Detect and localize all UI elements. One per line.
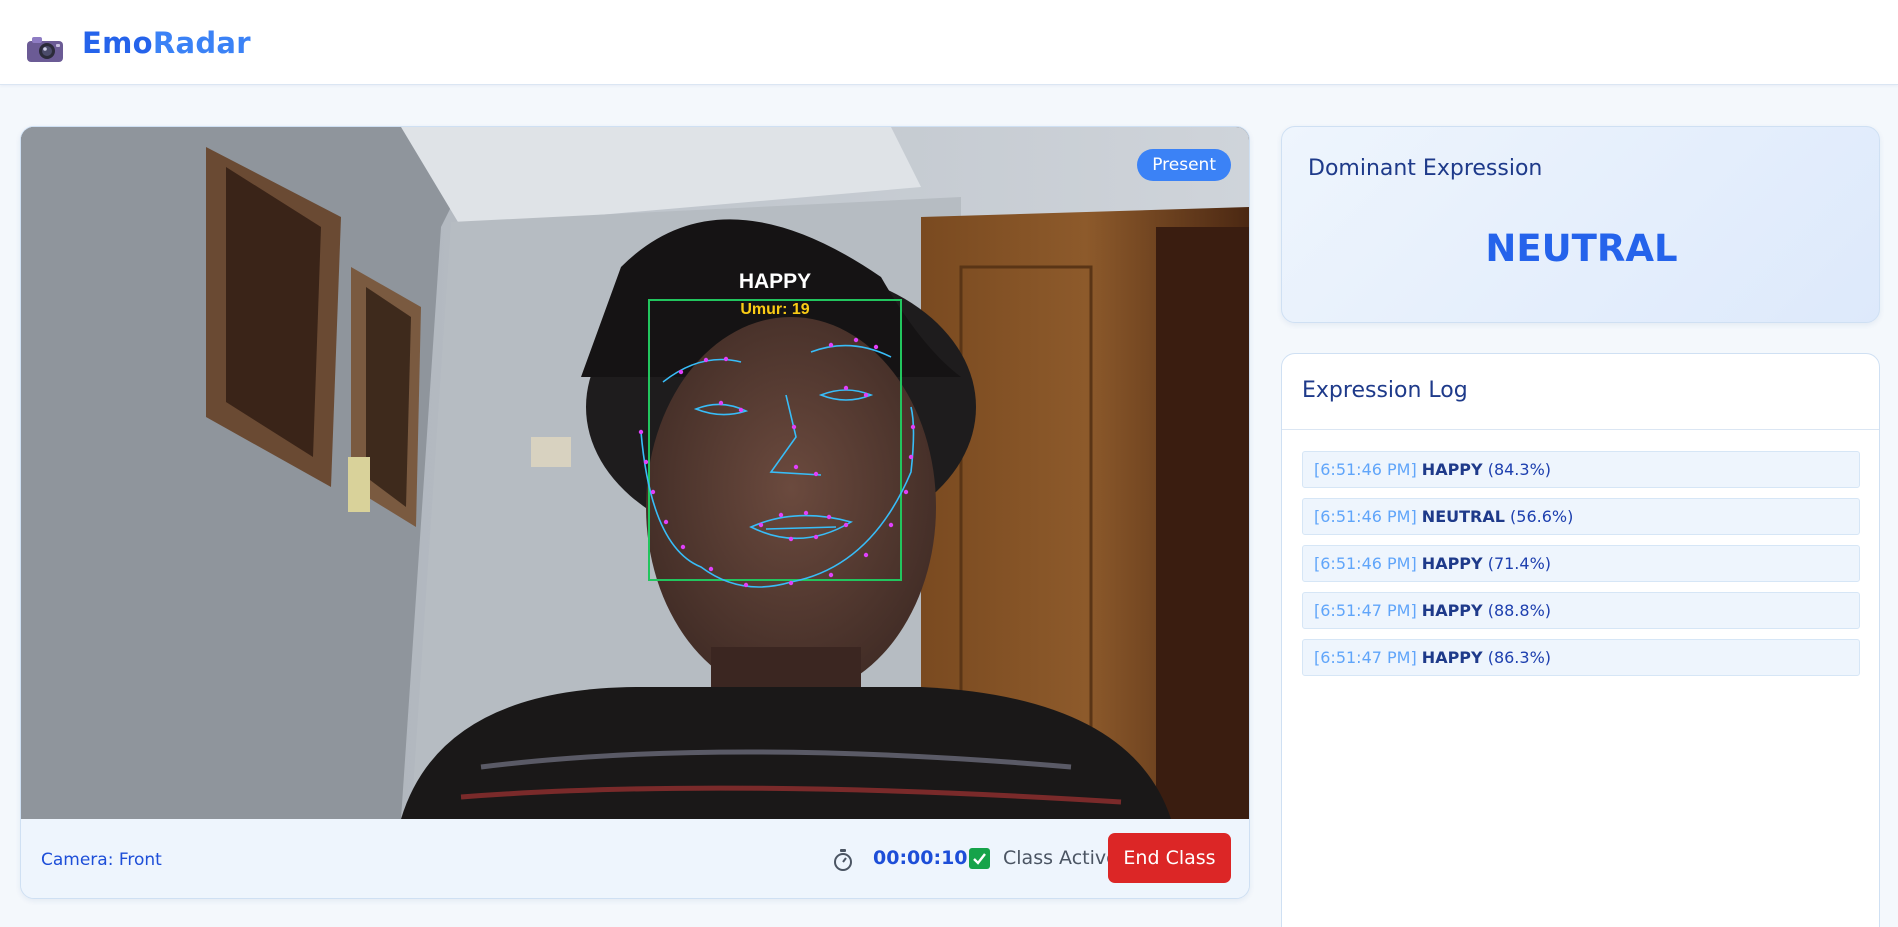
app-brand: EmoRadar: [82, 26, 251, 60]
log-item: [6:51:46 PM] NEUTRAL (56.6%): [1302, 498, 1860, 535]
log-item: [6:51:47 PM] HAPPY (86.3%): [1302, 639, 1860, 676]
face-emotion-label: HAPPY: [739, 270, 811, 293]
log-confidence: (56.6%): [1510, 507, 1574, 526]
log-expression: HAPPY: [1421, 648, 1483, 667]
log-confidence: (88.8%): [1487, 601, 1552, 620]
face-age-label: Umur: 19: [740, 301, 809, 318]
expression-log-title: Expression Log: [1302, 378, 1468, 403]
camera-icon: [27, 37, 63, 62]
log-time: [6:51:46 PM]: [1314, 460, 1417, 479]
log-expression: HAPPY: [1421, 460, 1483, 479]
stopwatch-icon: [834, 849, 852, 871]
end-class-button[interactable]: End Class: [1108, 833, 1231, 883]
expression-log-card: Expression Log [6:51:46 PM] HAPPY (84.3%…: [1281, 353, 1880, 927]
check-icon: [973, 853, 986, 865]
camera-frame: HAPPY Umur: 19: [21, 127, 1249, 819]
log-time: [6:51:47 PM]: [1314, 648, 1417, 667]
log-item: [6:51:47 PM] HAPPY (88.8%): [1302, 592, 1860, 629]
expression-log-list[interactable]: [6:51:46 PM] HAPPY (84.3%) [6:51:46 PM] …: [1302, 451, 1860, 686]
log-time: [6:51:46 PM]: [1314, 507, 1417, 526]
status-badge: Present: [1137, 149, 1231, 181]
dominant-expression-title: Dominant Expression: [1308, 156, 1543, 181]
log-item: [6:51:46 PM] HAPPY (71.4%): [1302, 545, 1860, 582]
log-confidence: (84.3%): [1487, 460, 1552, 479]
dominant-expression-card: Dominant Expression NEUTRAL: [1281, 126, 1880, 323]
log-expression: HAPPY: [1421, 601, 1483, 620]
video-footer: Camera: Front 00:00:10 Class Active End …: [21, 819, 1249, 898]
log-expression: NEUTRAL: [1421, 507, 1505, 526]
camera-feed: HAPPY Umur: 19 Present: [21, 127, 1249, 819]
log-time: [6:51:46 PM]: [1314, 554, 1417, 573]
video-card: HAPPY Umur: 19 Present Camera: Front 00:…: [20, 126, 1250, 899]
log-confidence: (71.4%): [1487, 554, 1552, 573]
class-active-label: Class Active: [1003, 847, 1118, 869]
camera-label: Camera: Front: [41, 850, 162, 870]
dominant-expression-value: NEUTRAL: [1485, 227, 1678, 270]
expression-log-header: Expression Log: [1282, 354, 1879, 430]
app-header: EmoRadar: [0, 0, 1898, 85]
log-item: [6:51:46 PM] HAPPY (84.3%): [1302, 451, 1860, 488]
log-expression: HAPPY: [1421, 554, 1483, 573]
brand-part-2: Radar: [152, 26, 251, 60]
brand-part-1: Emo: [82, 26, 153, 60]
log-time: [6:51:47 PM]: [1314, 601, 1417, 620]
session-timer: 00:00:10: [873, 847, 968, 869]
log-confidence: (86.3%): [1487, 648, 1552, 667]
class-active-checkbox[interactable]: [969, 848, 990, 869]
